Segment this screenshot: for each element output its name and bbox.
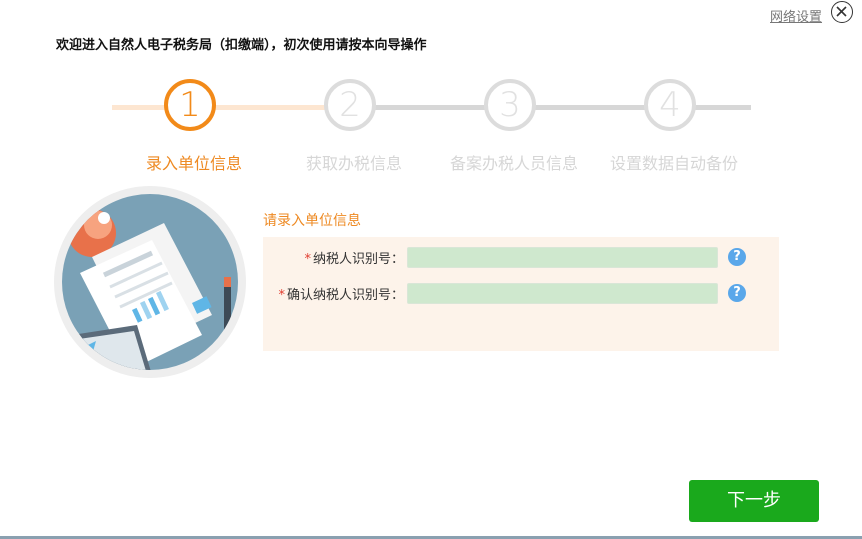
close-icon <box>836 6 847 17</box>
setup-wizard-window: 网络设置 欢迎进入自然人电子税务局（扣缴端），初次使用请按本向导操作 1 2 3… <box>0 0 862 539</box>
confirm-taxpayer-id-label: * 确认纳税人识别号： <box>254 284 404 303</box>
step-3-circle: 3 <box>484 79 536 131</box>
step-2-label: 获取办税信息 <box>305 154 402 173</box>
step-track-done <box>112 105 356 110</box>
network-settings-link[interactable]: 网络设置 <box>770 6 822 25</box>
taxpayer-id-label: * 纳税人识别号： <box>254 248 404 267</box>
step-1-label: 录入单位信息 <box>145 154 242 173</box>
step-3-label: 备案办税人员信息 <box>449 154 578 173</box>
step-2-circle: 2 <box>324 79 376 131</box>
taxpayer-id-help-icon[interactable]: ? <box>728 248 746 266</box>
form-title: 请录入单位信息 <box>263 213 361 229</box>
confirm-taxpayer-id-input[interactable] <box>407 283 718 304</box>
taxpayer-id-label-text: 纳税人识别号： <box>312 252 404 267</box>
taxpayer-id-input[interactable] <box>407 247 718 268</box>
welcome-message: 欢迎进入自然人电子税务局（扣缴端），初次使用请按本向导操作 <box>56 38 427 53</box>
close-button[interactable] <box>831 1 853 23</box>
confirm-taxpayer-id-help-icon[interactable]: ? <box>728 284 746 302</box>
next-step-button[interactable]: 下一步 <box>689 480 819 522</box>
required-mark: * <box>304 252 311 267</box>
confirm-taxpayer-id-label-text: 确认纳税人识别号： <box>286 288 404 303</box>
document-illustration <box>54 186 246 378</box>
step-4-circle: 4 <box>644 79 696 131</box>
step-4-label: 设置数据自动备份 <box>609 154 738 173</box>
step-1-circle: 1 <box>164 79 216 131</box>
required-mark: * <box>278 288 285 303</box>
